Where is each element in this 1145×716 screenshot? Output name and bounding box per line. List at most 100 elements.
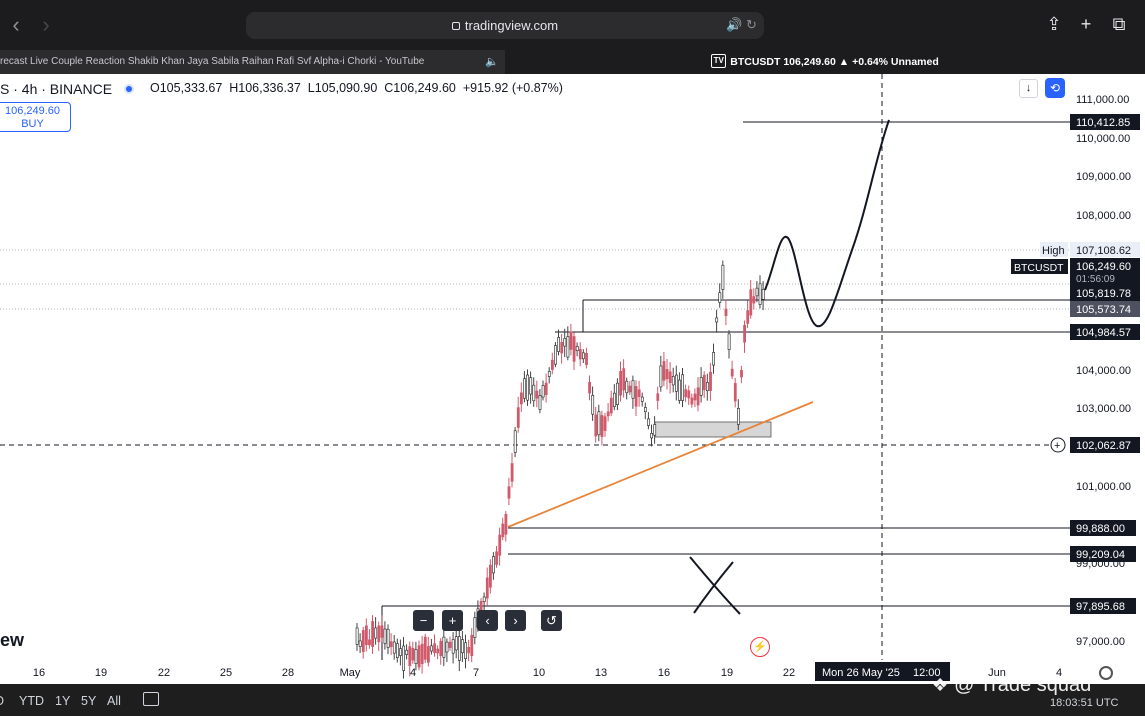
candle-body xyxy=(414,649,418,664)
price-axis[interactable]: 111,000.00 110,000.00 109,000.00 108,000… xyxy=(1011,94,1140,648)
candle-body xyxy=(560,342,564,354)
address-bar[interactable]: tradingview.com 🔊 ↻ xyxy=(246,12,764,39)
lightning-icon[interactable]: ⚡ xyxy=(750,637,770,657)
candle-body xyxy=(454,636,458,651)
scroll-forward-button[interactable]: › xyxy=(505,610,526,631)
zoom-out-button[interactable]: − xyxy=(413,610,434,631)
price-label-105819: 105,819.78 xyxy=(1076,288,1131,300)
range-5d[interactable]: 5D xyxy=(0,694,4,708)
audio-playing-icon[interactable]: 🔊 xyxy=(726,17,742,33)
new-tab-icon[interactable]: + xyxy=(1075,13,1097,35)
scroll-back-button[interactable]: ‹ xyxy=(477,610,498,631)
candle-body xyxy=(668,371,672,384)
candle-body xyxy=(603,416,607,431)
candle-body xyxy=(575,346,579,352)
tab-overview-icon[interactable]: ⧉ xyxy=(1108,13,1130,35)
price-tick: 104,000.00 xyxy=(1076,365,1131,377)
countdown-label: 01:56:09 xyxy=(1076,274,1115,285)
candle-body xyxy=(588,381,592,394)
demand-zone-rectangle[interactable] xyxy=(654,421,772,438)
candle-body xyxy=(647,418,650,426)
tradingview-watermark: ew xyxy=(0,630,25,650)
candle-body xyxy=(389,641,393,648)
tab-youtube[interactable]: recast Live Couple Reaction Shakib Khan … xyxy=(0,50,505,74)
speaker-icon[interactable]: 🔈 xyxy=(485,50,499,74)
candle-body xyxy=(637,389,641,397)
projection-path[interactable] xyxy=(764,119,890,328)
candle-body xyxy=(461,639,464,654)
candle-body xyxy=(361,630,365,652)
zoom-in-button[interactable]: + xyxy=(442,610,463,631)
candle-body xyxy=(538,395,542,410)
candle-body xyxy=(495,551,499,565)
candle-body xyxy=(650,433,654,439)
horizontal-levels[interactable] xyxy=(381,121,1070,660)
candle-body xyxy=(609,397,613,414)
candle-body xyxy=(631,380,635,399)
tab-tradingview-label: BTCUSDT 106,249.60 ▲ +0.64% Unnamed xyxy=(730,56,939,68)
browser-toolbar: ‹ › tradingview.com 🔊 ↻ ⇪ + ⧉ xyxy=(0,0,1145,50)
ohlc-change: +915.92 (+0.87%) xyxy=(462,81,563,95)
candle-body xyxy=(569,331,573,350)
price-label-99209: 99,209.04 xyxy=(1076,549,1125,561)
tradingview-logo-icon: TV xyxy=(711,54,727,69)
price-tick: 101,000.00 xyxy=(1076,481,1131,493)
range-all[interactable]: All xyxy=(107,694,121,708)
candle-body xyxy=(702,374,706,391)
sync-button[interactable]: ⟲ xyxy=(1045,78,1065,98)
candle-body xyxy=(523,378,526,399)
x-mark-drawing[interactable] xyxy=(689,556,741,615)
time-tick: 7 xyxy=(473,667,479,679)
candle-body xyxy=(715,317,719,323)
candle-body xyxy=(529,377,533,395)
candle-body xyxy=(625,380,629,394)
share-icon[interactable]: ⇪ xyxy=(1043,13,1065,35)
price-tick: 111,000.00 xyxy=(1076,94,1129,106)
reload-icon[interactable]: ↻ xyxy=(746,17,757,33)
candle-body xyxy=(619,370,623,396)
price-label-110412: 110,412.85 xyxy=(1076,117,1130,129)
candle-body xyxy=(402,645,406,671)
back-arrow-icon[interactable]: ‹ xyxy=(4,12,28,38)
candle-body xyxy=(659,365,663,388)
time-tick: 28 xyxy=(282,667,294,679)
candle-body xyxy=(386,628,390,648)
candle-body xyxy=(411,647,415,661)
candle-body xyxy=(364,625,368,645)
ohlc-high: H106,336.37 xyxy=(229,81,301,95)
candle-body xyxy=(510,463,514,482)
candle-body xyxy=(681,374,685,401)
buy-label: BUY xyxy=(21,118,44,130)
reset-chart-button[interactable]: ↺ xyxy=(541,610,562,631)
candle-body xyxy=(687,390,691,399)
range-1y[interactable]: 1Y xyxy=(55,694,70,708)
settings-gear-icon[interactable] xyxy=(1099,666,1113,680)
chart-canvas[interactable]: 111,000.00 110,000.00 109,000.00 108,000… xyxy=(0,74,1145,684)
chart-area[interactable]: 111,000.00 110,000.00 109,000.00 108,000… xyxy=(0,74,1145,684)
scroll-to-latest-button[interactable]: ↓ xyxy=(1019,79,1038,98)
candle-body xyxy=(504,513,508,535)
tab-tradingview[interactable]: TV BTCUSDT 106,249.60 ▲ +0.64% Unnamed xyxy=(505,50,1145,74)
candle-body xyxy=(371,621,375,647)
symbol-tag: BTCUSDT xyxy=(1014,262,1064,274)
range-ytd[interactable]: YTD xyxy=(19,694,44,708)
candle-body xyxy=(585,353,588,365)
price-tick: 103,000.00 xyxy=(1076,403,1131,415)
candle-body xyxy=(622,368,626,391)
calendar-icon[interactable] xyxy=(143,692,159,706)
trendline[interactable] xyxy=(507,401,814,528)
range-5y[interactable]: 5Y xyxy=(81,694,96,708)
candle-body xyxy=(507,486,511,499)
candle-body xyxy=(457,636,461,661)
time-tick: 22 xyxy=(158,667,170,679)
symbol-title[interactable]: S · 4h · BINANCE xyxy=(0,81,112,97)
forward-arrow-icon[interactable]: › xyxy=(34,12,58,38)
candle-body xyxy=(628,385,632,393)
crosshair-price-label: 102,062.87 xyxy=(1076,440,1131,452)
ohlc-close: C106,249.60 xyxy=(384,81,456,95)
time-tick: 10 xyxy=(533,667,545,679)
buy-button[interactable]: 106,249.60 BUY xyxy=(0,102,71,132)
candle-body xyxy=(746,310,750,324)
candle-body xyxy=(442,636,446,658)
candle-body xyxy=(492,556,495,574)
